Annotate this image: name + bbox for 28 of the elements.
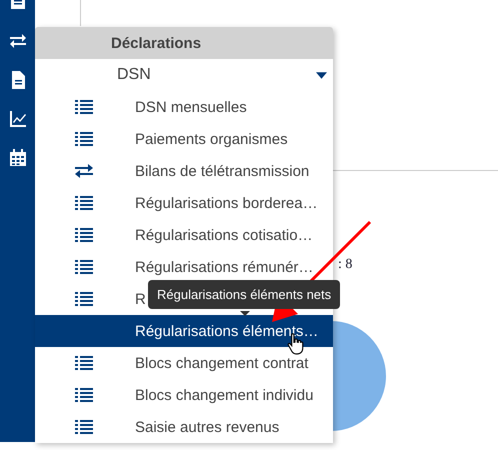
list-icon: [75, 420, 93, 434]
list-icon: [75, 132, 93, 146]
list-icon: [75, 228, 93, 242]
menu-item[interactable]: Saisie autres revenus: [35, 411, 333, 443]
value-text: : 8: [338, 257, 352, 273]
tooltip: Régularisations éléments nets: [148, 280, 340, 309]
transfer-icon: [75, 164, 93, 178]
menu-item[interactable]: Régularisations éléments…: [35, 315, 333, 347]
list-icon: [75, 292, 93, 306]
menu-item[interactable]: Bilans de télétransmission: [35, 155, 333, 187]
menu-item[interactable]: Régularisations bordereа…: [35, 187, 333, 219]
calendar-icon[interactable]: [8, 148, 28, 168]
chart-icon[interactable]: [8, 109, 28, 129]
menu-item[interactable]: DSN mensuelles: [35, 91, 333, 123]
list-icon: [75, 356, 93, 370]
tooltip-pointer: [240, 311, 250, 316]
menu-title: Déclarations: [111, 34, 202, 52]
menu-item[interactable]: Blocs changement individu: [35, 379, 333, 411]
list-icon: [75, 388, 93, 402]
list-icon: [75, 260, 93, 274]
menu-item[interactable]: Régularisations rémunér…: [35, 251, 333, 283]
group-label: DSN: [117, 66, 151, 84]
menu-item[interactable]: Blocs changement contrat: [35, 347, 333, 379]
group-row[interactable]: DSN: [35, 59, 333, 91]
menu-item[interactable]: Paiements organismes: [35, 123, 333, 155]
list-icon: [75, 196, 93, 210]
menu-item[interactable]: Régularisations cotisatio…: [35, 219, 333, 251]
list-icon: [75, 100, 93, 114]
